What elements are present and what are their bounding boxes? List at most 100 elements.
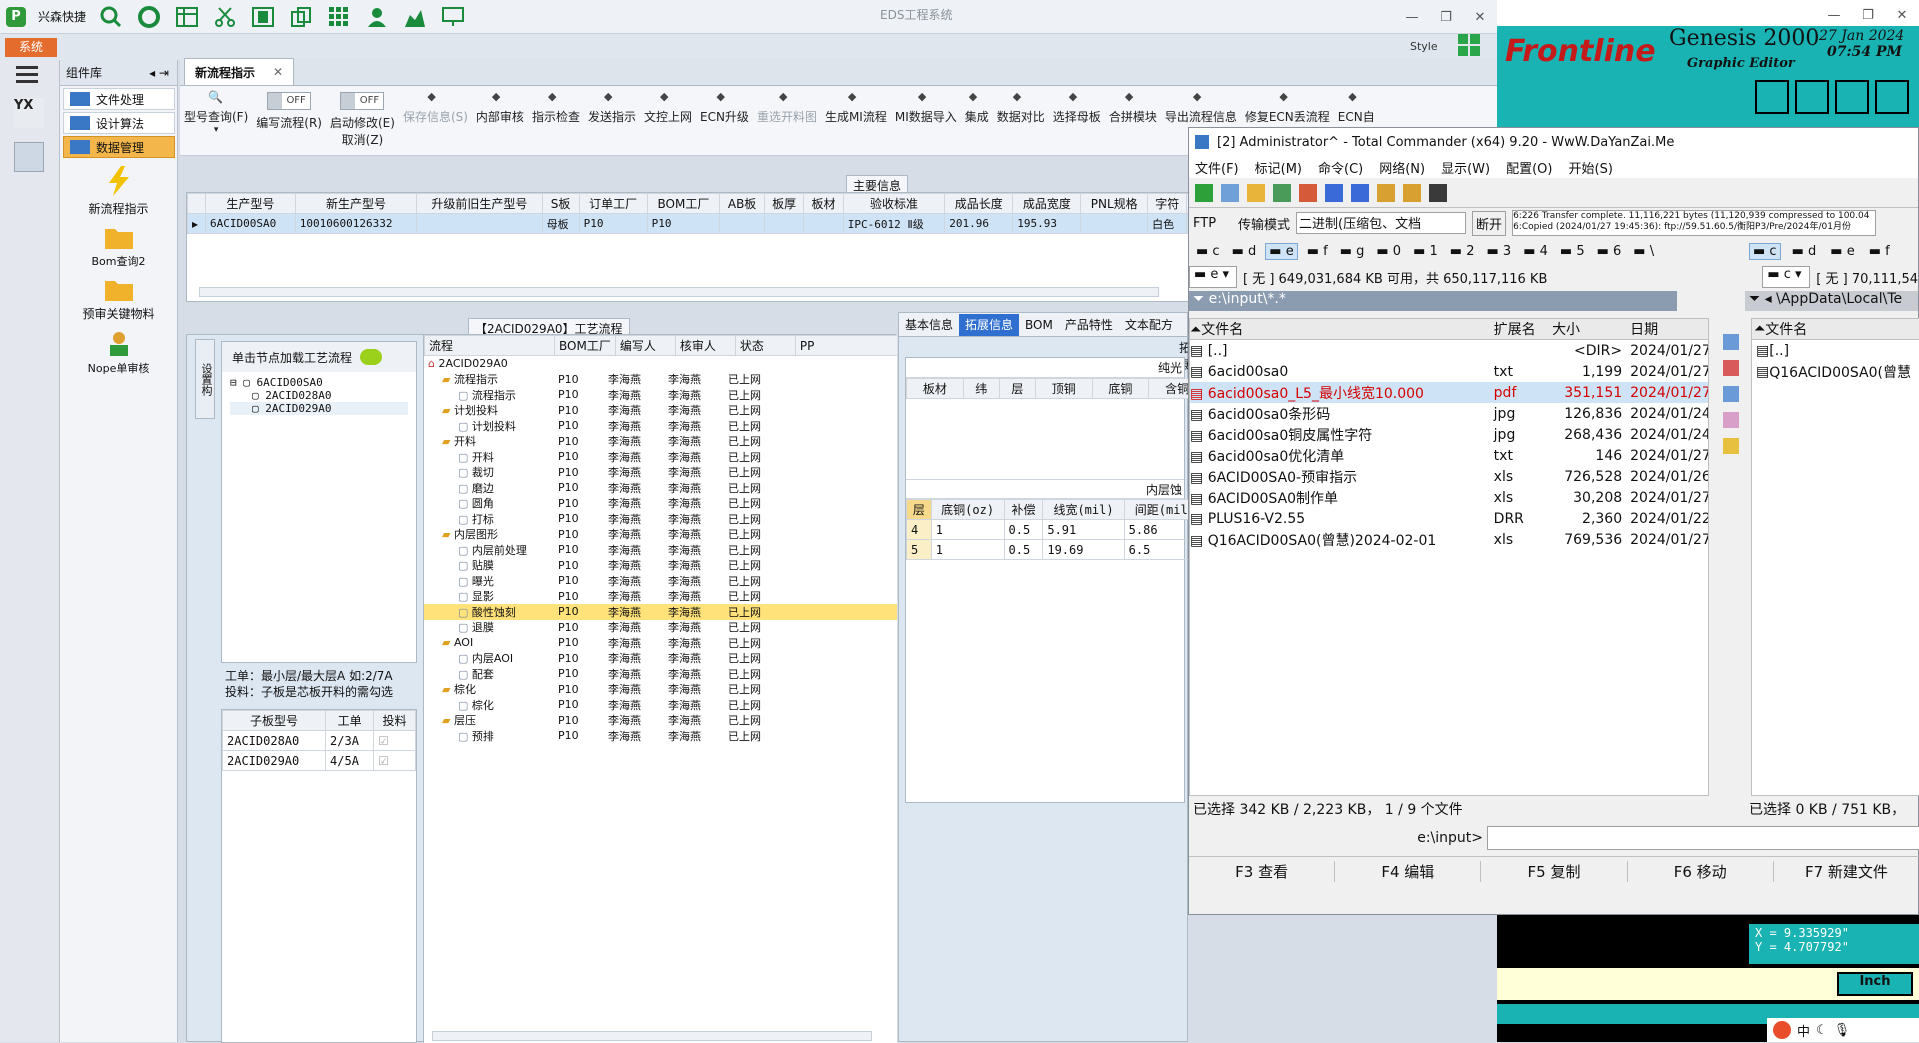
fkey-button[interactable]: F4 编辑 [1335,861,1482,882]
feed-checkbox[interactable]: ☑ [373,730,416,751]
drive-button[interactable]: ▬ c [1749,242,1781,260]
drive-button[interactable]: ▬ 6 [1594,244,1625,259]
fkey-button[interactable]: F6 移动 [1628,861,1774,882]
flow-row[interactable]: ▰ 棕化 P10 李海燕 李海燕 已上网 [424,682,897,698]
thumbnails-icon[interactable] [1273,183,1291,202]
drive-button[interactable]: ▬ d [1229,244,1260,259]
drive-button[interactable]: ▬ 5 [1557,244,1588,259]
flow-row[interactable]: ▢ 打标 P10 李海燕 李海燕 已上网 [424,511,897,527]
drive-button[interactable]: ▬ 2 [1447,244,1478,259]
drive-button[interactable]: ▬ e [1265,242,1298,260]
toolbar-btn-9[interactable]: ◆ 集成 [965,88,989,125]
h-scrollbar[interactable] [432,1031,872,1041]
mode-select[interactable]: 二进制(压缩包、文档 [1296,212,1467,234]
tree-node-child[interactable]: ▢ 2ACID029A0 [230,402,408,415]
toolbar-btn-8[interactable]: ◆ MI数据导入 [895,88,957,125]
toolbar-btn-13[interactable]: ◆ 导出流程信息 [1165,88,1237,125]
drive-button[interactable]: ▬ 4 [1520,244,1551,259]
tc-menu-item[interactable]: 开始(S) [1569,158,1613,177]
left-side-tab[interactable]: 设置构 [195,339,215,419]
flow-col-0[interactable]: 流程 [424,335,555,356]
file-row[interactable]: ▤ PLUS16-V2.55 DRR 2,360 2024/01/22 [1190,508,1708,529]
fkey-button[interactable]: F3 查看 [1189,861,1336,882]
toolbar-btn-12[interactable]: ◆ 合拼模块 [1109,88,1157,125]
flow-row[interactable]: ▢ 计划投料 P10 李海燕 李海燕 已上网 [424,418,897,434]
drive-button[interactable]: ▬ \ [1630,244,1657,259]
drive-button[interactable]: ▬ 3 [1483,244,1514,259]
tab-right-1[interactable]: 拓展信息 [959,313,1020,336]
flow-row[interactable]: ▢ 裁切 P10 李海燕 李海燕 已上网 [424,465,897,481]
table-row[interactable]: 2ACID029A0 4/5A ☑ [221,750,416,771]
flow-row[interactable]: ▢ 磨边 P10 李海燕 李海燕 已上网 [424,480,897,496]
film-icon[interactable] [250,4,276,30]
mi-col-4[interactable]: 订单工厂 [578,193,648,214]
toolbar-btn-0[interactable]: ◆ 保存信息(S) [403,88,468,125]
download-icon[interactable] [1795,80,1829,114]
mi-col-12[interactable]: PNL规格 [1080,193,1149,214]
flow-col-1[interactable]: BOM工厂 [554,335,616,356]
file-row[interactable]: ▤ 6acid00sa0条形码 jpg 126,836 2024/01/24 [1190,403,1708,424]
lib-big-nope[interactable]: Nope单审核 [60,330,177,376]
chart-area-icon[interactable] [402,4,428,30]
lib-big-newflow[interactable]: 新流程指示 [60,166,177,217]
scissors-icon[interactable] [212,4,238,30]
flow-row[interactable]: ▰ 层压 P10 李海燕 李海燕 已上网 [424,713,897,729]
tree-icon[interactable] [1247,183,1265,202]
flow-row[interactable]: ⌂ 2ACID029A0 [424,356,897,372]
flow-row[interactable]: ▢ 预排 P10 李海燕 李海燕 已上网 [424,728,897,744]
flow-row[interactable]: ▢ 退膜 P10 李海燕 李海燕 已上网 [424,620,897,636]
file-row[interactable]: ▤ 6ACID00SA0-预审指示 xls 726,528 2024/01/26 [1190,466,1708,487]
toolbar-btn-1[interactable]: ◆ 内部审核 [476,88,524,125]
view-icon[interactable] [1221,183,1239,202]
pack-icon[interactable] [1377,183,1395,202]
mi-col-3[interactable]: S板 [541,193,580,214]
mi-col-0[interactable]: 生产型号 [205,193,296,214]
flow-col-2[interactable]: 编写人 [614,335,676,356]
file-row[interactable]: ▤ 6acid00sa0_L5_最小线宽10.000 pdf 351,151 2024… [1190,382,1708,403]
right-drive-select[interactable]: ▬ c ▾ [1762,266,1811,288]
h-scrollbar[interactable] [199,287,1159,297]
tc-menu-item[interactable]: 配置(O) [1506,158,1552,177]
mi-col-9[interactable]: 验收标准 [842,193,946,214]
delete-icon[interactable] [1723,360,1739,376]
table-row[interactable]: ▸ 6ACID00SA0 10010600126332 母板 P10 P10 IPC-601… [187,213,1189,234]
drive-button[interactable]: ▬ d [1789,244,1820,259]
query-button[interactable]: 🔍 型号查询(F) ▾ [184,88,248,135]
table-icon[interactable] [174,4,200,30]
drive-button[interactable]: ▬ 1 [1410,244,1441,259]
mi-col-1[interactable]: 新生产型号 [294,193,418,214]
ime-lang[interactable]: 中 [1797,1021,1810,1040]
edit-flow-toggle[interactable]: OFF 编写流程(R) [256,88,322,131]
lib-big-material[interactable]: 预审关键物料 [60,277,177,322]
tab-close-icon[interactable]: ✕ [273,65,283,79]
copy-icon[interactable] [1723,386,1739,402]
table-row[interactable]: 2ACID028A0 2/3A ☑ [221,730,416,751]
drive-button[interactable]: ▬ f [1866,244,1893,259]
start-modify-toggle[interactable]: OFF 启动修改(E) 取消(Z) [330,88,395,148]
grid-icon[interactable] [326,4,352,30]
col-name-right[interactable]: 文件名 [1765,319,1807,339]
style-label[interactable]: Style [1410,40,1438,53]
lib-item-file[interactable]: 文件处理 [63,88,175,110]
lib-big-bom[interactable]: Bom查询2 [60,225,177,269]
flow-row[interactable]: ▢ 开料 P10 李海燕 李海燕 已上网 [424,449,897,465]
file-row[interactable]: ▤ Q16ACID00SA0(曾慧 [1756,361,1919,382]
unit-select[interactable]: Inch [1837,972,1913,996]
col-date[interactable]: 日期 [1630,319,1708,339]
col-size[interactable]: 大小 [1552,319,1630,339]
move-icon[interactable] [1723,412,1739,428]
home-icon[interactable] [1835,80,1869,114]
left-path[interactable]: ⏷ e:\input\*.* [1189,291,1677,311]
upload-icon[interactable] [1755,80,1789,114]
tab-right-2[interactable]: BOM [1019,314,1059,336]
flow-row[interactable]: ▰ 流程指示 P10 李海燕 李海燕 已上网 [424,372,897,388]
tab-right-3[interactable]: 产品特性 [1059,314,1119,336]
restore-button[interactable]: ❐ [1429,2,1463,32]
folder-icon[interactable] [1723,438,1739,454]
file-row[interactable]: ▤ Q16ACID00SA0(曾慧)2024-02-01 xls 769,536 20… [1190,529,1708,550]
table-row[interactable]: 5 1 0.5 19.69 6.5 [906,539,1207,560]
search-icon[interactable] [98,4,124,30]
flow-row[interactable]: ▢ 曝光 P10 李海燕 李海燕 已上网 [424,573,897,589]
forward-icon[interactable] [1351,183,1369,202]
drive-button[interactable]: ▬ e [1827,244,1857,259]
